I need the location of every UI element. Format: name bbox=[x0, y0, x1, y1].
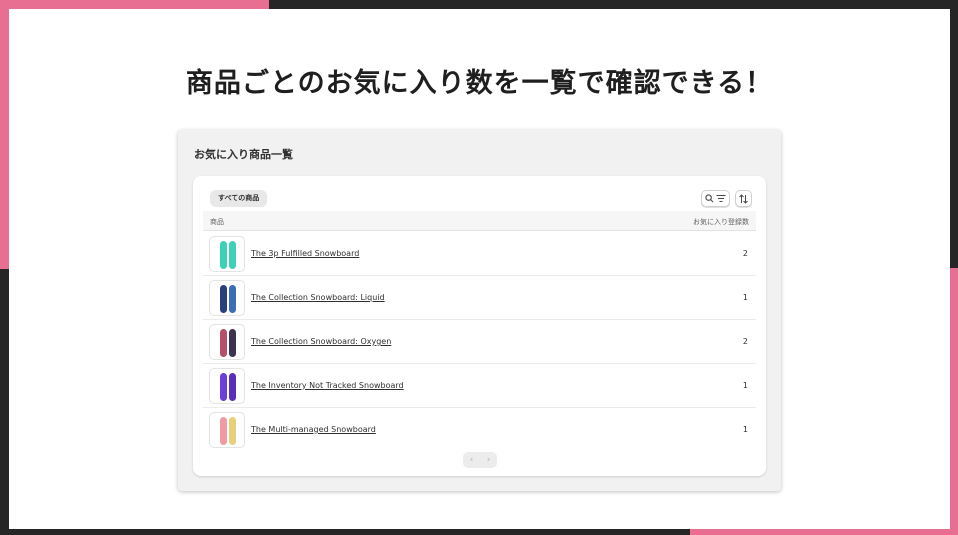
product-thumbnail bbox=[209, 236, 245, 272]
table-row[interactable]: The Multi-managed Snowboard 1 bbox=[203, 408, 756, 452]
admin-screenshot: お気に入り商品一覧 すべての商品 商品 お気に入り登録数 The 3p Fulf… bbox=[178, 130, 781, 491]
product-link[interactable]: The Multi-managed Snowboard bbox=[251, 425, 376, 434]
snowboard-image bbox=[220, 329, 227, 357]
product-link[interactable]: The Collection Snowboard: Liquid bbox=[251, 293, 385, 302]
previous-page-button[interactable]: ‹ bbox=[470, 455, 474, 465]
favorite-count: 1 bbox=[742, 381, 748, 390]
product-thumbnail bbox=[209, 368, 245, 404]
product-link[interactable]: The Inventory Not Tracked Snowboard bbox=[251, 381, 404, 390]
search-filter-button[interactable] bbox=[701, 190, 730, 207]
product-thumbnail bbox=[209, 412, 245, 448]
next-page-button[interactable]: › bbox=[487, 455, 491, 465]
snowboard-image bbox=[229, 241, 236, 269]
product-thumbnail bbox=[209, 280, 245, 316]
favorites-table-card: すべての商品 商品 お気に入り登録数 The 3p Fulfilled Snow… bbox=[193, 176, 766, 476]
favorite-count: 2 bbox=[742, 337, 748, 346]
snowboard-image bbox=[229, 285, 236, 313]
pagination: ‹ › bbox=[463, 452, 497, 468]
snowboard-image bbox=[229, 373, 236, 401]
headline: 商品ごとのお気に入り数を一覧で確認できる！ bbox=[185, 68, 774, 99]
product-link[interactable]: The Collection Snowboard: Oxygen bbox=[251, 337, 391, 346]
favorite-count: 1 bbox=[742, 425, 748, 434]
snowboard-image bbox=[220, 373, 227, 401]
snowboard-image bbox=[229, 417, 236, 445]
table-header: 商品 お気に入り登録数 bbox=[203, 211, 756, 231]
search-icon bbox=[705, 194, 714, 203]
table-body: The 3p Fulfilled Snowboard 2 The Collect… bbox=[203, 232, 756, 452]
table-row[interactable]: The Collection Snowboard: Liquid 1 bbox=[203, 276, 756, 320]
table-row[interactable]: The Collection Snowboard: Oxygen 2 bbox=[203, 320, 756, 364]
page-title: お気に入り商品一覧 bbox=[194, 148, 293, 161]
sort-button[interactable] bbox=[735, 190, 752, 207]
snowboard-image bbox=[220, 285, 227, 313]
sort-icon bbox=[739, 193, 748, 204]
favorite-count: 2 bbox=[742, 249, 748, 258]
column-header-product: 商品 bbox=[210, 218, 224, 226]
column-header-favorite-count: お気に入り登録数 bbox=[693, 218, 749, 226]
product-thumbnail bbox=[209, 324, 245, 360]
tab-all-products[interactable]: すべての商品 bbox=[210, 190, 268, 207]
snowboard-image bbox=[220, 417, 227, 445]
snowboard-image bbox=[220, 241, 227, 269]
favorite-count: 1 bbox=[742, 293, 748, 302]
table-row[interactable]: The Inventory Not Tracked Snowboard 1 bbox=[203, 364, 756, 408]
product-link[interactable]: The 3p Fulfilled Snowboard bbox=[251, 249, 359, 258]
slide: 商品ごとのお気に入り数を一覧で確認できる！ お気に入り商品一覧 すべての商品 商… bbox=[9, 9, 950, 529]
filter-icon bbox=[716, 195, 726, 202]
snowboard-image bbox=[229, 329, 236, 357]
table-row[interactable]: The 3p Fulfilled Snowboard 2 bbox=[203, 232, 756, 276]
